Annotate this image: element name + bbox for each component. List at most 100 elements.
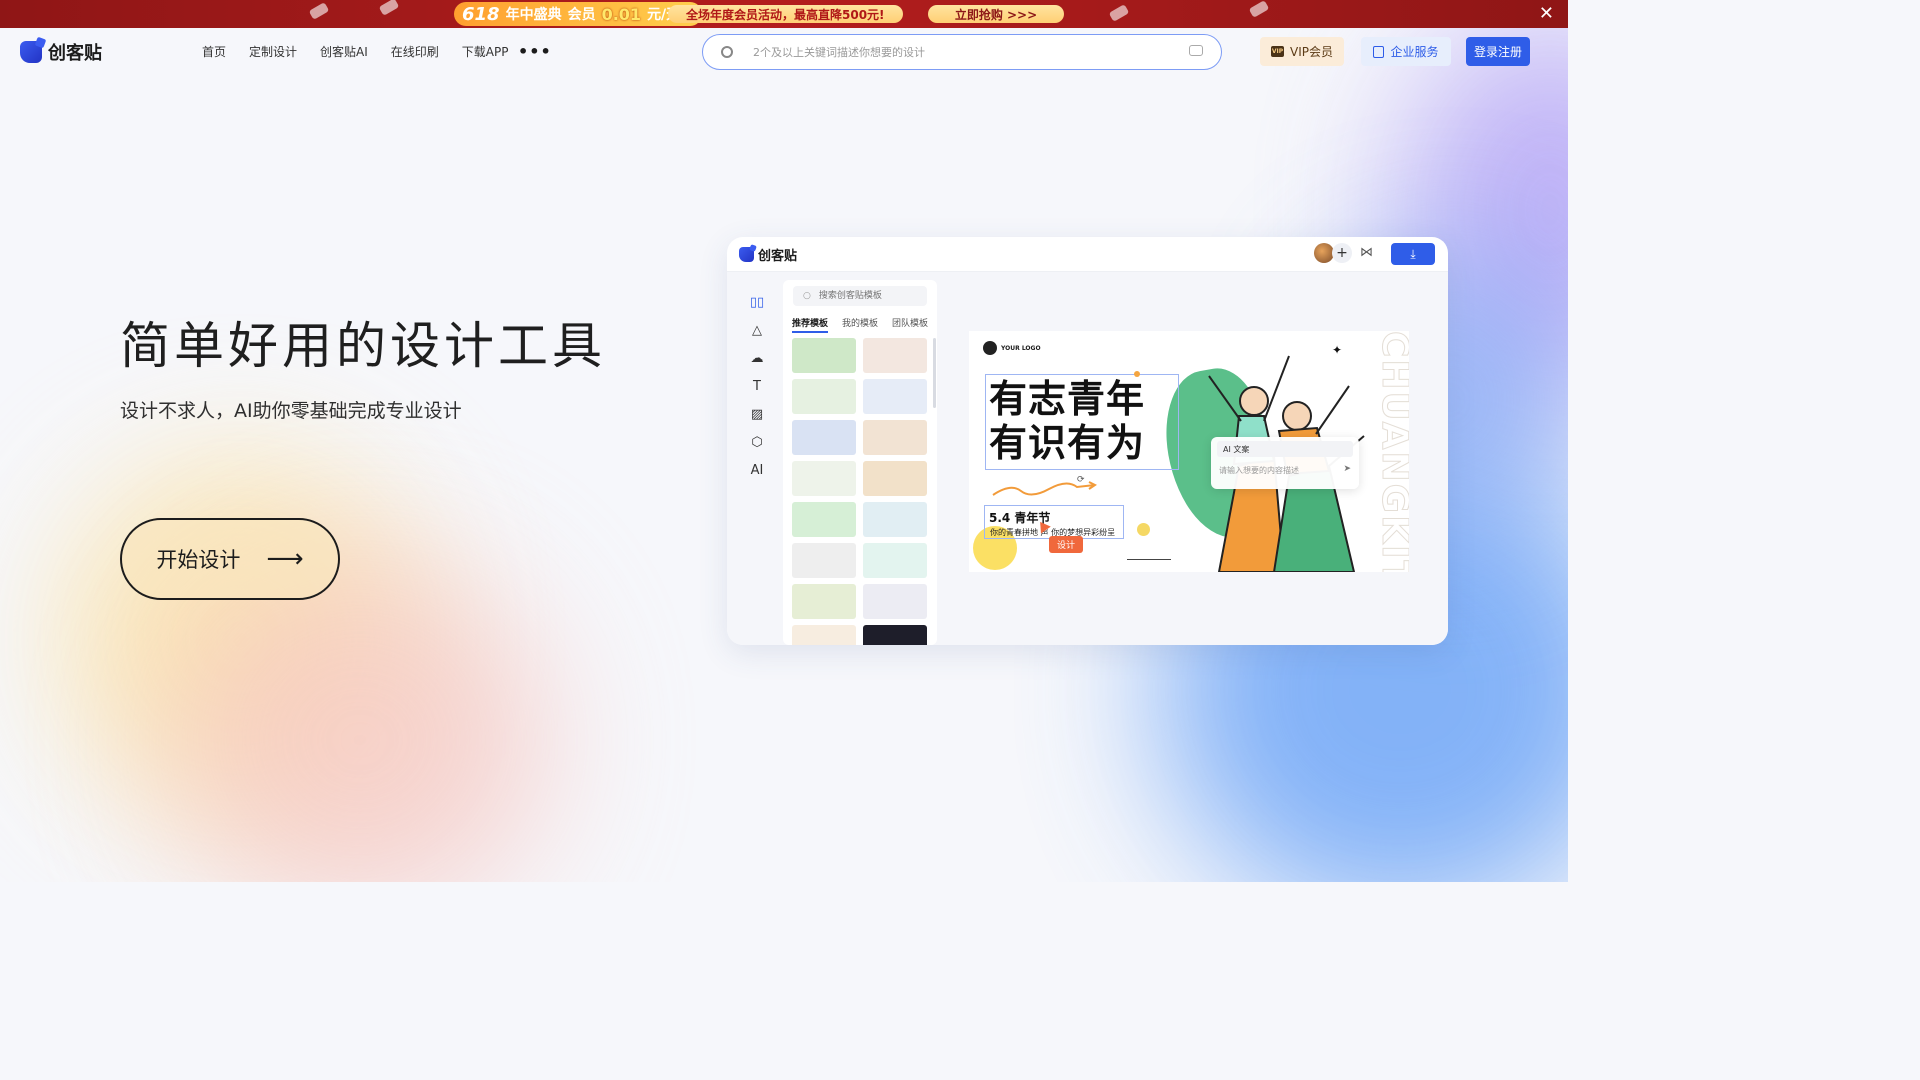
ai-copy-title: AI 文案 bbox=[1217, 441, 1353, 457]
background-icon: ▨ bbox=[750, 406, 764, 422]
mockup-body: ▯▯ △ ☁ T ▨ ⬡ AI ○ 推荐模板 我的模板 团队模板 CHUANGKIT bbox=[727, 272, 1448, 645]
send-icon: ➤ bbox=[1343, 464, 1351, 474]
vertical-brand-text: CHUANGKIT bbox=[1374, 331, 1410, 572]
start-design-button[interactable]: 开始设计 ⟶ bbox=[120, 518, 340, 600]
top-navbar: 创客贴 首页 定制设计 创客贴AI 在线印刷 下载APP ••• VIP VIP… bbox=[0, 28, 1568, 74]
promo-618-number: 618 bbox=[462, 3, 500, 25]
small-yellow-circle bbox=[1137, 523, 1150, 536]
confetti-decoration bbox=[308, 2, 330, 20]
promo-discount-text[interactable]: 全场年度会员活动，最高直降500元! bbox=[668, 5, 903, 23]
template-search-input bbox=[816, 290, 921, 302]
design-logo-text: YOUR LOGO bbox=[1001, 344, 1041, 352]
mockup-logo: 创客贴 bbox=[739, 245, 797, 264]
search-icon[interactable] bbox=[721, 46, 733, 58]
mockup-brand-name: 创客贴 bbox=[758, 249, 798, 264]
template-tabs: 推荐模板 我的模板 团队模板 bbox=[792, 316, 928, 333]
template-thumbnail bbox=[792, 543, 856, 578]
design-logo: YOUR LOGO bbox=[983, 341, 1041, 355]
main-menu: 首页 定制设计 创客贴AI 在线印刷 下载APP bbox=[202, 43, 508, 60]
template-thumbnail bbox=[792, 625, 856, 645]
line-decoration bbox=[1127, 559, 1171, 560]
logo-icon bbox=[20, 41, 42, 63]
template-grid bbox=[792, 338, 928, 645]
vip-button[interactable]: VIP VIP会员 bbox=[1260, 37, 1344, 66]
template-panel: ○ 推荐模板 我的模板 团队模板 bbox=[783, 280, 937, 645]
template-icon: ▯▯ bbox=[749, 294, 765, 310]
search-icon: ○ bbox=[803, 291, 811, 301]
hero-subtitle: 设计不求人，AI助你零基础完成专业设计 bbox=[120, 400, 462, 422]
template-thumbnail bbox=[792, 461, 856, 496]
brand-name: 创客贴 bbox=[48, 43, 102, 64]
nav-item-home[interactable]: 首页 bbox=[202, 43, 226, 60]
editor-mockup: 创客贴 + ⋈ ⤓ ▯▯ △ ☁ T ▨ ⬡ AI ○ 推荐模板 我的模板 团队模板 CHU… bbox=[727, 237, 1448, 645]
promo-price: 0.01 bbox=[601, 4, 642, 24]
ai-icon: AI bbox=[750, 462, 764, 478]
template-search: ○ bbox=[793, 286, 927, 306]
promo-618-badge[interactable]: 618 年中盛典 会员 0.01 元/天起 bbox=[454, 2, 703, 26]
nav-item-ai[interactable]: 创客贴AI bbox=[320, 43, 368, 60]
design-tag-button: 设计 bbox=[1049, 536, 1083, 553]
promo-banner[interactable]: 618 年中盛典 会员 0.01 元/天起 全场年度会员活动，最高直降500元!… bbox=[0, 0, 1568, 28]
text-icon: T bbox=[753, 378, 761, 394]
logo-icon bbox=[739, 247, 754, 262]
confetti-decoration bbox=[378, 0, 400, 16]
design-title-line2: 有识有为 bbox=[989, 421, 1146, 465]
building-icon bbox=[1373, 45, 1385, 58]
upload-icon: ☁ bbox=[750, 350, 764, 366]
promo-618-label: 年中盛典 bbox=[505, 7, 562, 23]
nav-item-download-app[interactable]: 下载APP bbox=[462, 43, 509, 60]
mockup-header: 创客贴 + ⋈ ⤓ bbox=[727, 237, 1448, 272]
template-thumbnail bbox=[863, 584, 927, 619]
template-thumbnail bbox=[863, 420, 927, 455]
design-title-line1: 有志青年 bbox=[989, 377, 1146, 421]
search-bar[interactable] bbox=[702, 34, 1222, 70]
template-thumbnail bbox=[792, 502, 856, 537]
banner-close-icon[interactable]: ✕ bbox=[1539, 3, 1554, 24]
3d-icon: ⬡ bbox=[751, 434, 763, 450]
enterprise-service-button[interactable]: 企业服务 bbox=[1361, 37, 1451, 66]
rotate-icon: ⟳ bbox=[1077, 475, 1085, 485]
tab-team-templates: 团队模板 bbox=[892, 319, 929, 329]
template-thumbnail bbox=[792, 420, 856, 455]
start-design-label: 开始设计 bbox=[156, 548, 241, 572]
template-thumbnail bbox=[863, 502, 927, 537]
confetti-decoration bbox=[1248, 0, 1270, 18]
ai-copy-popup: AI 文案 ➤ bbox=[1211, 437, 1359, 489]
search-input[interactable] bbox=[751, 44, 1155, 60]
download-icon: ⤓ bbox=[1391, 243, 1435, 265]
template-thumbnail bbox=[863, 379, 927, 414]
template-thumbnail bbox=[792, 338, 856, 373]
arrow-right-icon: ⟶ bbox=[266, 544, 304, 574]
enterprise-service-label: 企业服务 bbox=[1390, 45, 1439, 59]
tool-sidebar: ▯▯ △ ☁ T ▨ ⬡ AI bbox=[737, 280, 777, 594]
hero-title: 简单好用的设计工具 bbox=[120, 317, 606, 375]
design-canvas: CHUANGKIT YOUR LOGO 有志青年 有识有为 ⟳ 5.4 青年节 … bbox=[969, 331, 1409, 572]
nav-item-custom-design[interactable]: 定制设计 bbox=[249, 43, 297, 60]
avatar bbox=[1314, 243, 1334, 263]
shape-icon: △ bbox=[752, 322, 762, 338]
more-menu-icon[interactable]: ••• bbox=[518, 42, 552, 61]
design-title: 有志青年 有识有为 bbox=[989, 377, 1145, 465]
vip-label: VIP会员 bbox=[1290, 45, 1333, 59]
add-collaborator-icon: + bbox=[1332, 243, 1352, 263]
promo-member-label: 会员 bbox=[567, 7, 596, 23]
image-search-icon[interactable] bbox=[1189, 45, 1203, 56]
brand-logo[interactable]: 创客贴 bbox=[20, 39, 102, 65]
template-thumbnail bbox=[863, 625, 927, 645]
template-thumbnail bbox=[863, 543, 927, 578]
login-register-button[interactable]: 登录注册 bbox=[1466, 37, 1530, 66]
tab-my-templates: 我的模板 bbox=[842, 319, 879, 329]
confetti-decoration bbox=[1108, 4, 1130, 22]
template-thumbnail bbox=[863, 338, 927, 373]
nav-item-print[interactable]: 在线印刷 bbox=[391, 43, 439, 60]
buy-now-button[interactable]: 立即抢购 >>> bbox=[928, 5, 1064, 23]
ai-prompt-input bbox=[1217, 465, 1331, 476]
sparkle-icon: ✦ bbox=[1332, 343, 1343, 357]
share-icon: ⋈ bbox=[1360, 245, 1373, 260]
panel-scrollbar bbox=[933, 338, 936, 408]
logo-circle-icon bbox=[983, 341, 997, 355]
template-thumbnail bbox=[792, 584, 856, 619]
tab-recommended: 推荐模板 bbox=[792, 316, 829, 333]
vip-icon: VIP bbox=[1271, 46, 1284, 57]
template-thumbnail bbox=[792, 379, 856, 414]
